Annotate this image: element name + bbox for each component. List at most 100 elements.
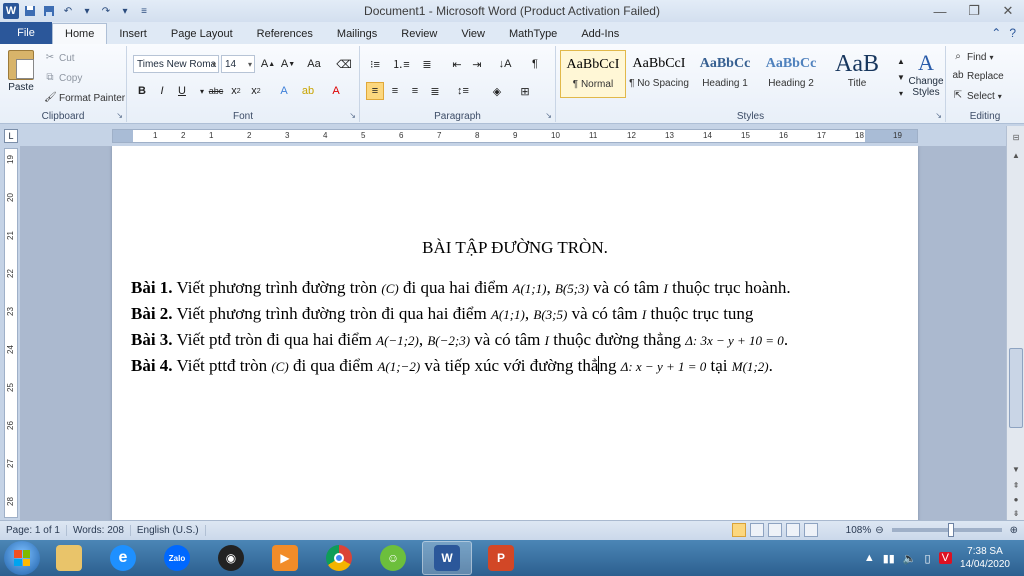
font-dropdown-icon[interactable]: ▾ xyxy=(212,60,216,69)
redo-icon[interactable]: ↷ xyxy=(98,3,114,19)
tab-home[interactable]: Home xyxy=(52,23,108,44)
strikethrough-icon[interactable]: abc xyxy=(207,82,225,100)
cut-button[interactable]: ✂ Cut xyxy=(44,52,75,64)
font-size-box[interactable]: 14 ▾ xyxy=(221,55,255,73)
browse-object-icon[interactable]: ● xyxy=(1009,492,1023,506)
underline-icon[interactable]: U xyxy=(173,82,191,100)
print-layout-view-icon[interactable] xyxy=(731,523,746,537)
size-dropdown-icon[interactable]: ▾ xyxy=(248,60,252,69)
zoom-slider[interactable] xyxy=(891,523,1002,537)
close-icon[interactable]: ✕ xyxy=(998,2,1018,20)
tab-selector-icon[interactable]: L xyxy=(4,129,18,143)
copy-button[interactable]: ⧉ Copy xyxy=(44,72,82,84)
clock[interactable]: 7:38 SA 14/04/2020 xyxy=(960,545,1010,571)
replace-button[interactable]: ab Replace xyxy=(952,70,1003,82)
redo-dropdown-icon[interactable]: ▾ xyxy=(117,3,133,19)
scroll-up-icon[interactable]: ▲ xyxy=(1009,148,1023,162)
scrollbar-thumb[interactable] xyxy=(1009,348,1023,428)
taskbar-word[interactable]: W xyxy=(422,541,472,575)
align-center-icon[interactable]: ≡ xyxy=(386,82,404,100)
undo-icon[interactable]: ↶ xyxy=(60,3,76,19)
clear-formatting-icon[interactable]: ⌫ xyxy=(335,55,353,73)
vertical-scrollbar[interactable]: ⊟ ▲ ▼ ⇞ ● ⇟ xyxy=(1006,126,1024,520)
highlight-icon[interactable]: ab xyxy=(299,82,317,100)
minimize-ribbon-icon[interactable]: ⌃ xyxy=(991,26,1001,40)
multilevel-list-icon[interactable]: ≣ xyxy=(418,55,436,73)
bold-icon[interactable]: B xyxy=(133,82,151,100)
change-styles-button[interactable]: A Change Styles xyxy=(908,50,944,98)
paste-button[interactable]: Paste xyxy=(4,50,38,93)
shrink-font-icon[interactable]: A ▼ xyxy=(279,55,297,73)
paragraph-launcher-icon[interactable]: ↘ xyxy=(545,111,552,120)
word-count[interactable]: Words: 208 xyxy=(67,525,131,536)
tab-file[interactable]: File xyxy=(0,22,52,44)
zoom-slider-knob[interactable] xyxy=(947,523,954,537)
tab-mailings[interactable]: Mailings xyxy=(325,24,389,44)
help-icon[interactable]: ? xyxy=(1009,26,1016,40)
save-as-icon[interactable] xyxy=(41,3,57,19)
style-normal[interactable]: AaBbCcI ¶ Normal xyxy=(560,50,626,98)
text-effects-icon[interactable]: A xyxy=(275,82,293,100)
align-right-icon[interactable]: ≡ xyxy=(406,82,424,100)
tab-mathtype[interactable]: MathType xyxy=(497,24,569,44)
tab-add-ins[interactable]: Add-Ins xyxy=(569,24,631,44)
restore-icon[interactable]: ❐ xyxy=(964,2,984,20)
customize-qat-icon[interactable]: ≡ xyxy=(136,3,152,19)
numbering-icon[interactable]: ⒈≡ xyxy=(392,55,410,73)
tab-insert[interactable]: Insert xyxy=(107,24,159,44)
style-no-spacing[interactable]: AaBbCcI ¶ No Spacing xyxy=(626,50,692,98)
sort-icon[interactable]: ↓A xyxy=(496,55,514,73)
tab-page-layout[interactable]: Page Layout xyxy=(159,24,245,44)
vertical-ruler[interactable]: 19 20 21 22 23 24 25 26 27 28 xyxy=(4,148,18,518)
network-icon[interactable]: ▮▮ xyxy=(883,552,895,565)
tab-view[interactable]: View xyxy=(449,24,497,44)
font-launcher-icon[interactable]: ↘ xyxy=(349,111,356,120)
unikey-icon[interactable]: V xyxy=(938,552,952,564)
show-formatting-icon[interactable]: ¶ xyxy=(526,55,544,73)
clipboard-launcher-icon[interactable]: ↘ xyxy=(116,111,123,120)
taskbar-obs[interactable]: ◉ xyxy=(206,541,256,575)
subscript-icon[interactable]: x2 xyxy=(227,82,245,100)
find-button[interactable]: ⌕ Find ▾ xyxy=(952,51,993,63)
line-spacing-icon[interactable]: ↕≡ xyxy=(454,82,472,100)
language[interactable]: English (U.S.) xyxy=(131,525,206,536)
document-page[interactable]: BÀI TẬP ĐƯỜNG TRÒN. Bài 1. Viết phương t… xyxy=(112,146,918,520)
taskbar-media-player[interactable]: ▶ xyxy=(260,541,310,575)
zoom-in-icon[interactable]: ⊕ xyxy=(1010,525,1018,536)
grow-font-icon[interactable]: A ▲ xyxy=(259,55,277,73)
word-logo-icon[interactable]: W xyxy=(3,3,19,19)
justify-icon[interactable]: ≣ xyxy=(426,82,444,100)
tab-review[interactable]: Review xyxy=(389,24,449,44)
zoom-out-icon[interactable]: ⊖ xyxy=(875,525,883,536)
show-hidden-icons-icon[interactable]: ▲ xyxy=(864,552,875,564)
minimize-icon[interactable]: — xyxy=(930,2,950,20)
italic-icon[interactable]: I xyxy=(153,82,171,100)
exercise-2[interactable]: Bài 2. Viết phương trình đường tròn đi q… xyxy=(131,304,753,324)
taskbar-coccoc[interactable]: ☺ xyxy=(368,541,418,575)
superscript-icon[interactable]: x2 xyxy=(247,82,265,100)
decrease-indent-icon[interactable]: ⇤ xyxy=(448,55,466,73)
taskbar-internet-explorer[interactable]: e xyxy=(98,541,148,575)
font-name-box[interactable]: Times New Roma ▾ xyxy=(133,55,219,73)
undo-dropdown-icon[interactable]: ▾ xyxy=(79,3,95,19)
document-title[interactable]: BÀI TẬP ĐƯỜNG TRÒN. xyxy=(112,238,918,258)
change-case-icon[interactable]: Aa xyxy=(305,55,323,73)
increase-indent-icon[interactable]: ⇥ xyxy=(468,55,486,73)
horizontal-ruler[interactable]: 1 2 1 2 3 4 5 6 7 8 9 10 11 12 13 14 15 16 17 18 19 xyxy=(112,129,918,143)
save-icon[interactable] xyxy=(22,3,38,19)
exercise-1[interactable]: Bài 1. Viết phương trình đường tròn (C) … xyxy=(131,278,791,298)
shading-icon[interactable]: ◈ xyxy=(488,82,506,100)
style-title[interactable]: AaB Title xyxy=(824,50,890,98)
taskbar-powerpoint[interactable]: P xyxy=(476,541,526,575)
font-color-icon[interactable]: A xyxy=(327,82,345,100)
page-count[interactable]: Page: 1 of 1 xyxy=(0,525,67,536)
web-layout-icon[interactable] xyxy=(767,523,782,537)
volume-icon[interactable]: 🔈 xyxy=(903,552,917,565)
draft-view-icon[interactable] xyxy=(803,523,818,537)
borders-icon[interactable]: ⊞ xyxy=(516,82,534,100)
scroll-down-icon[interactable]: ▼ xyxy=(1009,462,1023,476)
tab-references[interactable]: References xyxy=(245,24,325,44)
previous-page-icon[interactable]: ⇞ xyxy=(1009,478,1023,492)
taskbar-explorer[interactable] xyxy=(44,541,94,575)
start-button[interactable] xyxy=(4,541,40,575)
